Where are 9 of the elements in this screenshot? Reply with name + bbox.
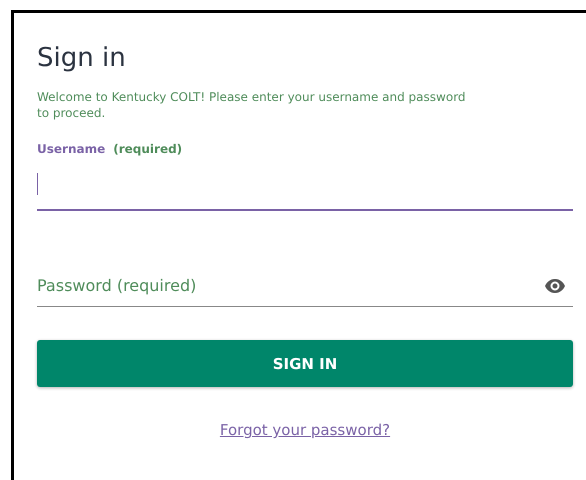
username-label: Username bbox=[37, 141, 106, 157]
page-title: Sign in bbox=[37, 42, 127, 75]
forgot-password-link[interactable]: Forgot your password? bbox=[220, 421, 390, 439]
sign-in-button[interactable]: SIGN IN bbox=[37, 340, 573, 387]
text-cursor bbox=[37, 173, 38, 195]
welcome-text: Welcome to Kentucky COLT! Please enter your username and password to proceed. bbox=[37, 89, 467, 121]
password-field[interactable]: Password (required) bbox=[37, 265, 573, 307]
required-note: (required) bbox=[113, 141, 182, 157]
eye-icon[interactable] bbox=[545, 279, 565, 293]
